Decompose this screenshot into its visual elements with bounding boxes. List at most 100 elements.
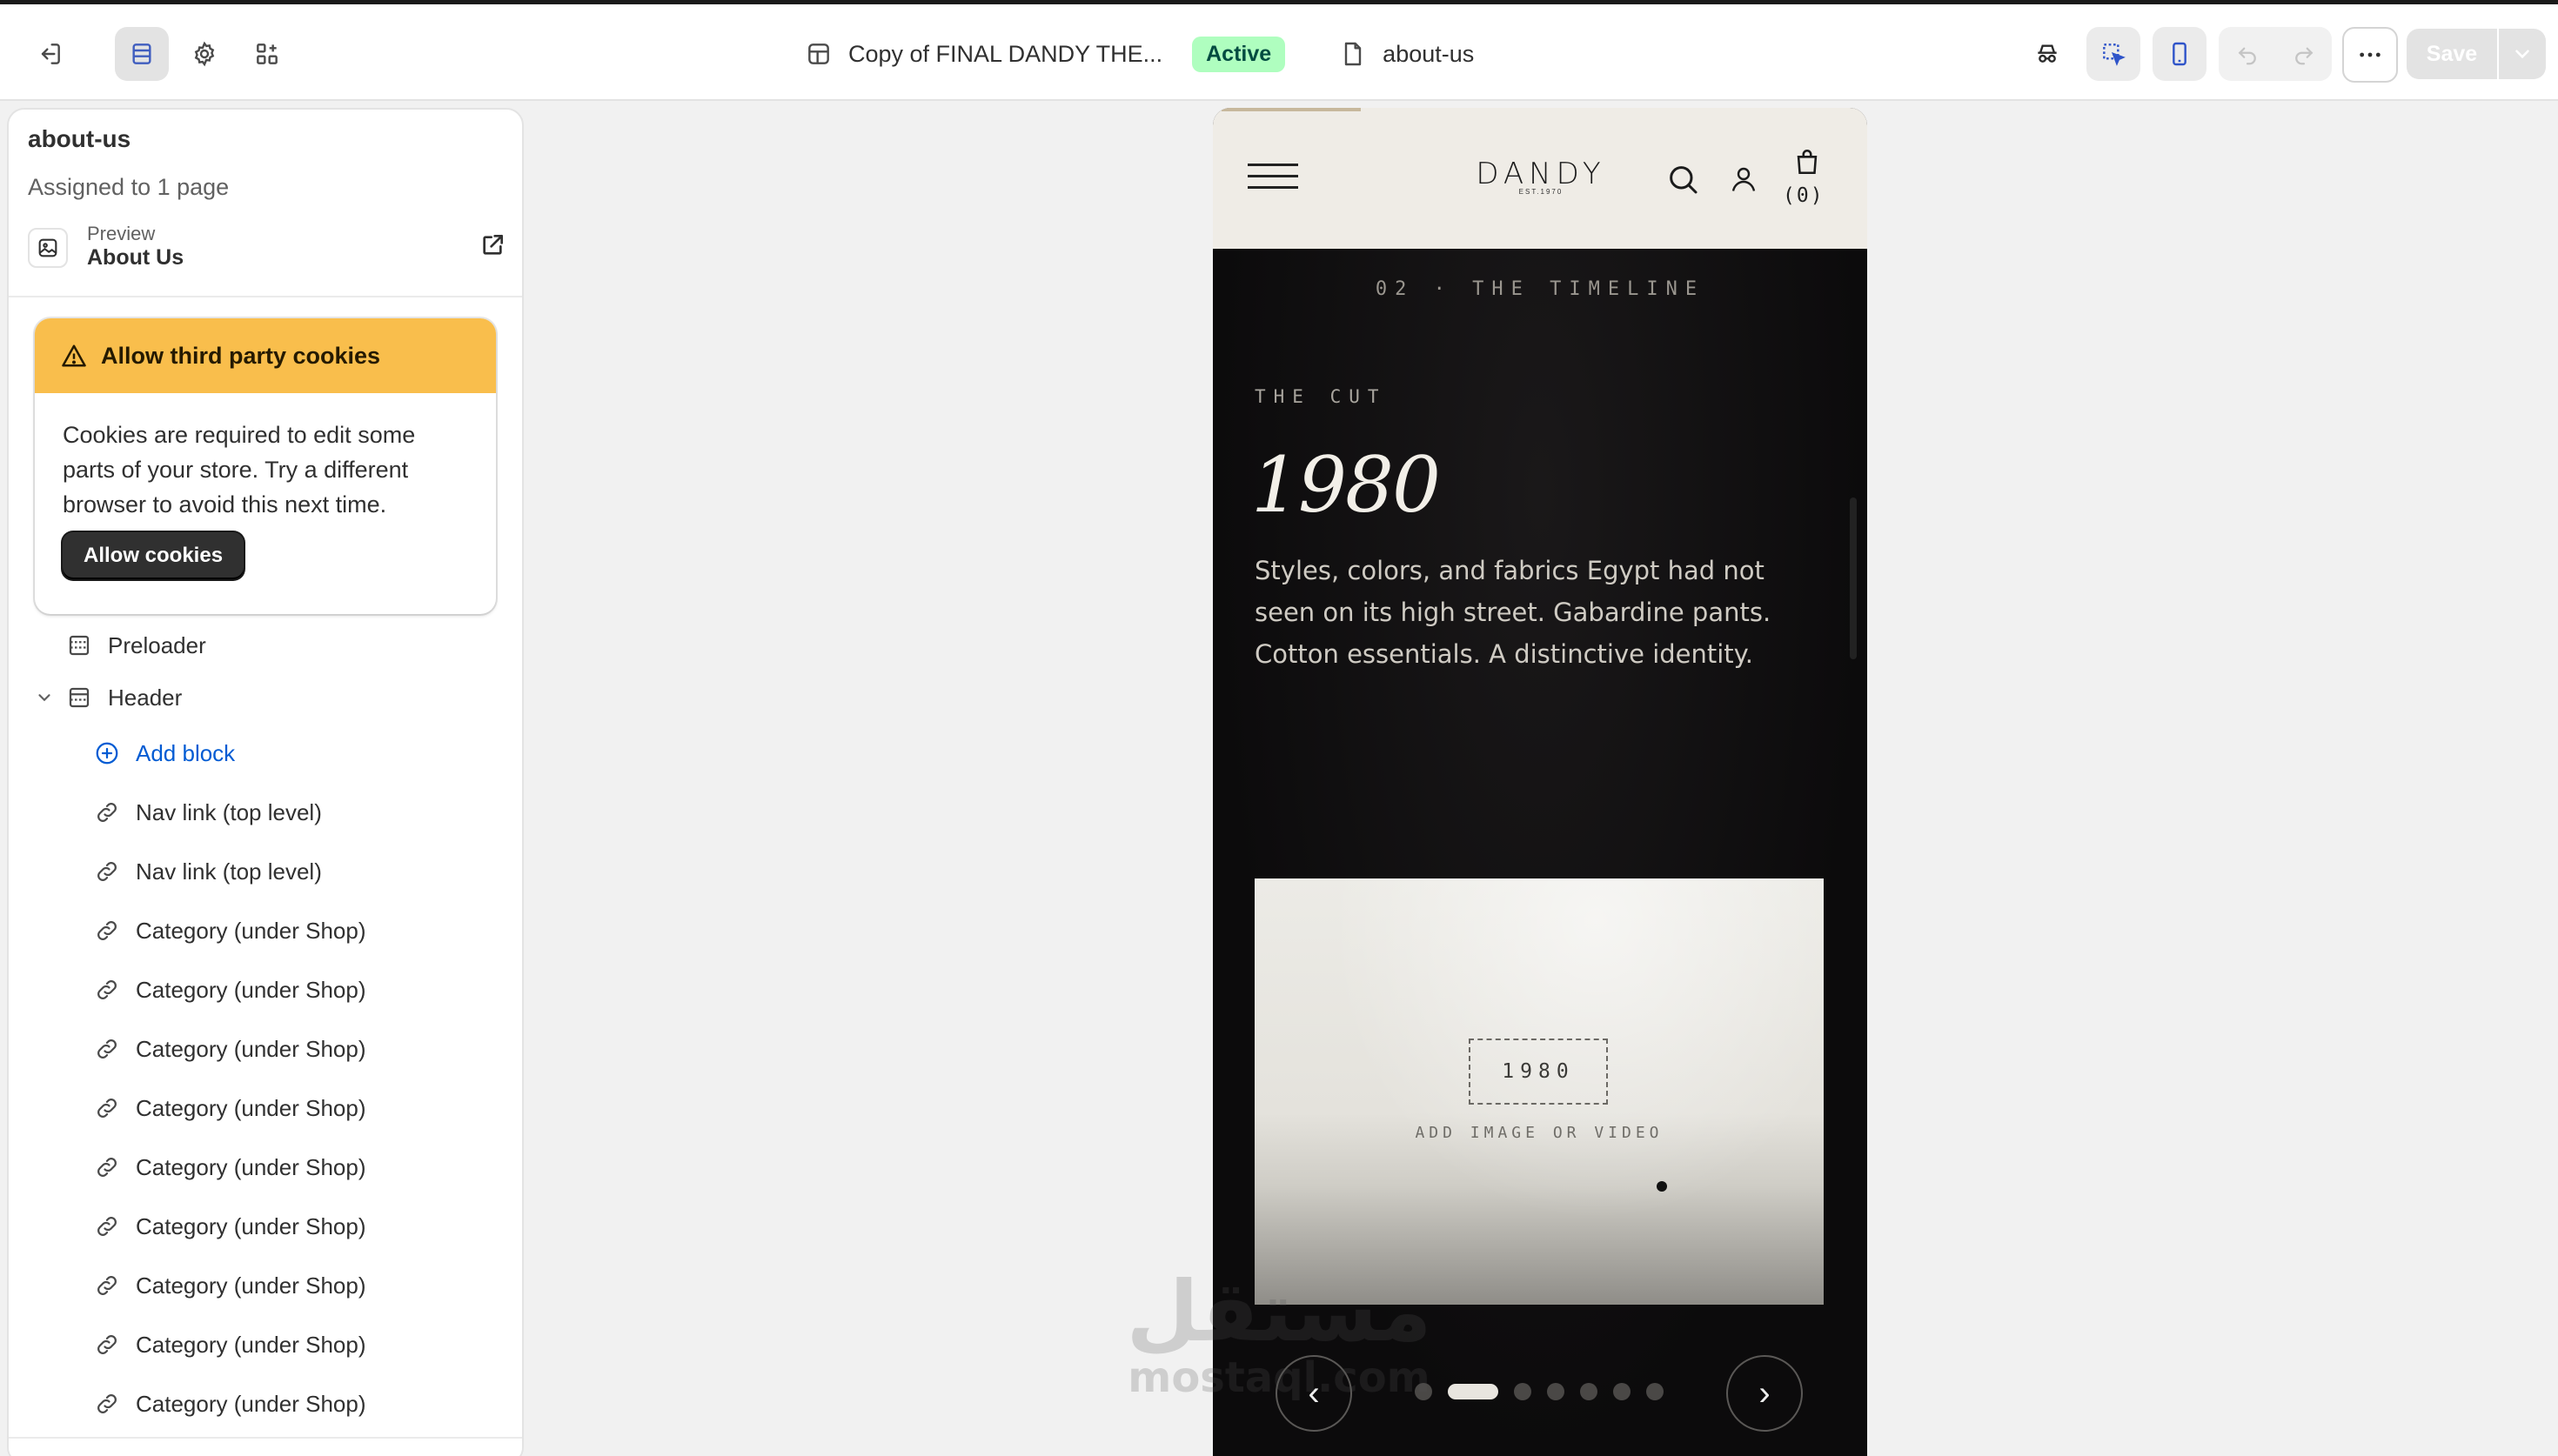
section-icon [69, 687, 90, 708]
media-dot [1657, 1181, 1667, 1192]
preview-page-name: About Us [87, 245, 184, 270]
search-icon[interactable] [1665, 162, 1700, 197]
section-icon [69, 635, 90, 656]
warning-icon [62, 344, 86, 367]
exit-button[interactable] [23, 27, 77, 81]
theme-icon [808, 43, 829, 64]
block-nav-link[interactable]: Nav link (top level) [94, 795, 322, 830]
slide-dot[interactable] [1514, 1383, 1531, 1400]
redo-icon[interactable] [2291, 41, 2317, 67]
chevron-down-icon[interactable] [35, 688, 54, 707]
sections-icon [132, 43, 151, 64]
tree-item-label: Category (under Shop) [136, 1390, 366, 1417]
tree-item-label: Nav link (top level) [136, 798, 322, 825]
tree-item-label: Nav link (top level) [136, 858, 322, 885]
tree-item-label: Category (under Shop) [136, 1272, 366, 1299]
mobile-view-toggle[interactable] [2153, 27, 2206, 81]
cookie-warning-body: Cookies are required to edit some parts … [63, 422, 416, 518]
page-selector[interactable]: about-us [1383, 41, 1474, 68]
storefront-preview[interactable]: DANDY EST.1970 (0) 02 · THE TIMELINE THE… [1213, 108, 1867, 1456]
customer-privacy-button[interactable] [2020, 27, 2074, 81]
store-logo[interactable]: DANDY EST.1970 [1476, 157, 1606, 196]
section-header[interactable]: Header [35, 680, 182, 715]
preview-label: Preview [87, 223, 156, 244]
theme-settings-button[interactable] [177, 27, 231, 81]
watermark-arabic: مستقل [1126, 1263, 1432, 1360]
link-icon [97, 1394, 117, 1413]
link-icon [97, 862, 117, 881]
scrollbar[interactable] [1850, 498, 1857, 659]
incognito-icon [2038, 44, 2057, 63]
watermark: مستقل mostaql.com [1122, 1270, 1436, 1402]
link-icon [97, 980, 117, 999]
block-nav-link[interactable]: Nav link (top level) [94, 854, 322, 889]
mobile-icon [2173, 42, 2186, 66]
link-icon [97, 1039, 117, 1059]
sidebar-footer [9, 1437, 522, 1456]
tree-item-label: Category (under Shop) [136, 1331, 366, 1358]
exit-icon [41, 43, 60, 64]
section-preloader[interactable]: Preloader [66, 628, 206, 663]
block-category[interactable]: Category (under Shop) [94, 913, 365, 948]
tree-item-label: Category (under Shop) [136, 1153, 366, 1180]
timeline-item-label: THE CUT [1255, 386, 1387, 407]
tree-item-label: Category (under Shop) [136, 1035, 366, 1062]
cart-count[interactable]: (0) [1783, 184, 1825, 207]
undo-icon[interactable] [2234, 41, 2260, 67]
slide-dot[interactable] [1580, 1383, 1597, 1400]
inspector-toggle[interactable] [2086, 27, 2140, 81]
allow-cookies-button[interactable]: Allow cookies [63, 532, 244, 579]
chevron-right-icon: › [1758, 1373, 1771, 1413]
add-block-button[interactable]: Add block [94, 736, 235, 771]
timeline-year: 1980 [1251, 440, 1441, 530]
tree-item-label: Preloader [108, 631, 206, 658]
block-category[interactable]: Category (under Shop) [94, 1209, 365, 1244]
save-options-button[interactable] [2499, 29, 2546, 79]
chevron-down-icon [2515, 50, 2529, 59]
theme-name[interactable]: Copy of FINAL DANDY THE... [848, 41, 1162, 68]
block-category[interactable]: Category (under Shop) [94, 1386, 365, 1421]
link-icon [97, 1158, 117, 1177]
sections-tab-button[interactable] [115, 27, 169, 81]
slide-dot-active[interactable] [1448, 1384, 1498, 1399]
save-button[interactable]: Save [2407, 29, 2497, 79]
link-icon [97, 1335, 117, 1354]
theme-page-info: Copy of FINAL DANDY THE... Active about-… [805, 27, 1474, 81]
external-link-icon[interactable] [479, 231, 506, 259]
undo-redo-group [2219, 27, 2332, 81]
divider [9, 296, 522, 297]
tree-item-label: Add block [136, 739, 236, 766]
slide-dot[interactable] [1547, 1383, 1564, 1400]
link-icon [97, 803, 117, 822]
plus-circle-icon [96, 742, 118, 765]
ellipsis-icon [2360, 52, 2381, 57]
block-category[interactable]: Category (under Shop) [94, 972, 365, 1007]
section-eyebrow: 02 · THE TIMELINE [1375, 278, 1705, 300]
next-slide-button[interactable]: › [1726, 1355, 1803, 1432]
more-actions-button[interactable] [2342, 27, 2398, 83]
tree-item-label: Header [108, 684, 183, 711]
media-year-tag: 1980 [1469, 1039, 1608, 1105]
block-category[interactable]: Category (under Shop) [94, 1150, 365, 1185]
block-category[interactable]: Category (under Shop) [94, 1268, 365, 1303]
cookie-warning-header: Allow third party cookies [35, 318, 496, 393]
menu-icon[interactable] [1248, 164, 1298, 191]
image-icon [28, 228, 68, 268]
slide-dot[interactable] [1646, 1383, 1664, 1400]
timeline-description: Styles, colors, and fabrics Egypt had no… [1255, 556, 1771, 669]
block-category[interactable]: Category (under Shop) [94, 1091, 365, 1125]
media-hint: ADD IMAGE OR VIDEO [1415, 1124, 1664, 1142]
link-icon [97, 1217, 117, 1236]
account-icon[interactable] [1728, 164, 1759, 195]
preview-link[interactable]: Preview About Us [28, 223, 506, 275]
editor-topbar: Copy of FINAL DANDY THE... Active about-… [0, 0, 2558, 101]
store-header[interactable]: DANDY EST.1970 (0) [1213, 108, 1867, 249]
media-placeholder[interactable]: 1980 ADD IMAGE OR VIDEO [1255, 878, 1824, 1305]
block-category[interactable]: Category (under Shop) [94, 1327, 365, 1362]
cart-icon[interactable] [1792, 146, 1822, 177]
apps-button[interactable] [240, 27, 294, 81]
tree-item-label: Category (under Shop) [136, 1212, 366, 1239]
link-icon [97, 921, 117, 940]
block-category[interactable]: Category (under Shop) [94, 1032, 365, 1066]
slide-dot[interactable] [1613, 1383, 1631, 1400]
